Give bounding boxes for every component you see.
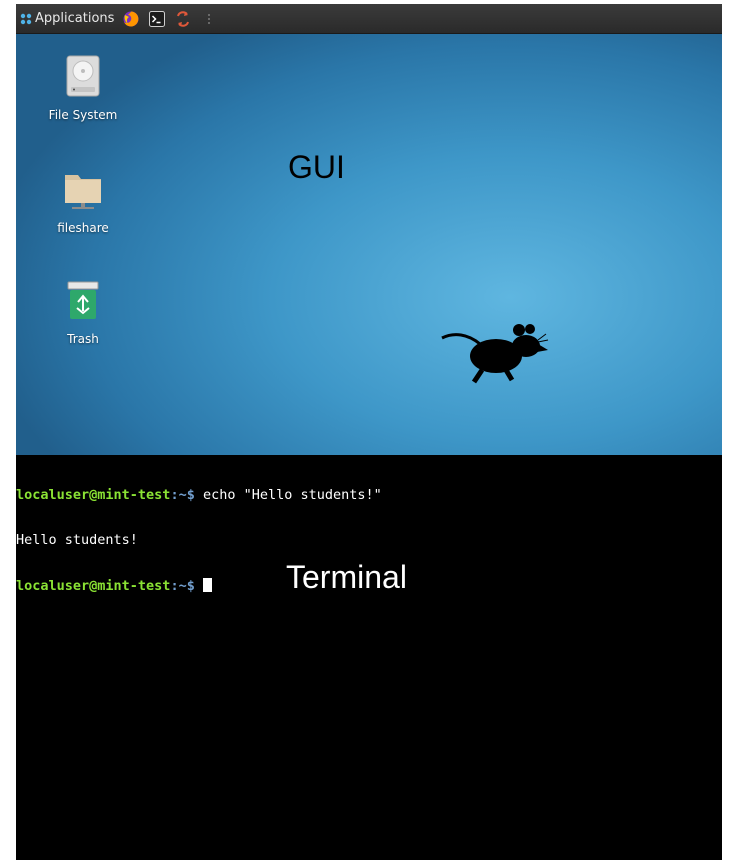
terminal-output-text: Hello students! [16,532,138,548]
top-panel: Applications [16,4,722,34]
xfce-mouse-logo [441,324,549,384]
desktop-icon-trash[interactable]: Trash [33,280,133,346]
trash-icon [67,281,99,319]
applications-label: Applications [35,11,115,26]
terminal-line: localuser@mint-test:~$ echo "Hello stude… [16,488,382,503]
terminal-launcher[interactable] [148,10,166,28]
firefox-launcher[interactable] [122,10,140,28]
desktop-icon-fileshare[interactable]: fileshare [33,167,133,235]
drive-icon [66,55,100,97]
terminal-line: Hello students! [16,533,382,548]
terminal-window[interactable]: localuser@mint-test:~$ echo "Hello stude… [16,455,722,860]
terminal-command [195,578,203,594]
prompt-path: :~$ [170,487,195,503]
terminal-icon [149,10,166,27]
firefox-icon [123,11,139,26]
terminal-output: localuser@mint-test:~$ echo "Hello stude… [16,458,382,624]
prompt-user-host: localuser@mint-test [16,578,171,594]
terminal-cursor [202,578,212,592]
sync-launcher[interactable] [174,10,192,28]
folder-icon [65,175,101,209]
desktop-area: Applications File System fileshare Trash… [16,4,722,455]
panel-menu-handle[interactable] [200,10,218,28]
applications-menu-button[interactable]: Applications [16,4,114,33]
desktop-icon-label: File System [48,108,118,122]
terminal-command: echo "Hello students!" [194,487,382,503]
gui-section-label: GUI [288,149,345,185]
desktop-icon-label: Trash [67,332,99,346]
desktop-icon-file-system[interactable]: File System [33,54,133,122]
menu-dots-icon [208,13,211,24]
sync-icon [177,10,190,27]
terminal-section-label: Terminal [286,559,407,595]
prompt-path: :~$ [170,578,195,594]
prompt-user-host: localuser@mint-test [16,487,171,503]
desktop-icon-label: fileshare [57,221,109,235]
apps-menu-icon [20,13,32,24]
